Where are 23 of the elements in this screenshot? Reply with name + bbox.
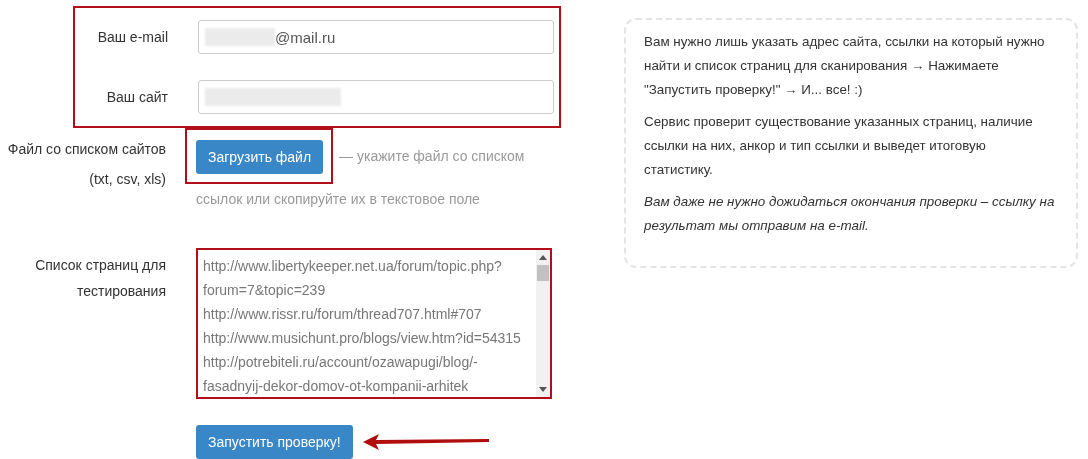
site-field[interactable]: [198, 80, 554, 114]
upload-button[interactable]: Загрузить файл: [196, 140, 324, 174]
url-text: http://www.rissr.ru/forum/thread707.html#707: [203, 305, 483, 324]
start-check-button[interactable]: Запустить проверку!: [196, 425, 353, 459]
field-label: Файл со списком сайтов: [7, 140, 166, 159]
hint-text: ссылок или скопируйте их в текстовое поле: [196, 190, 480, 209]
info-paragraph: Вам даже не нужно дожидаться окончания проверки – ссылку на результат мы отправим на e-mail.: [644, 193, 1056, 235]
email-field[interactable]: @mail.ru: [198, 20, 554, 54]
scrollbar[interactable]: [536, 250, 550, 397]
scrollbar-thumb[interactable]: [537, 265, 549, 281]
info-paragraph: Вам нужно лишь указать адрес сайта, ссылки на который нужно найти и список страниц для сканирования → Нажимаете "Запустить проверку!" → И... все! :): [644, 33, 1046, 99]
field-label: Ваш сайт: [105, 89, 169, 105]
url-text: http://www.musichunt.pro/blogs/view.htm?id=54315: [203, 329, 522, 348]
format-note: (txt, csv, xls): [89, 170, 166, 189]
scroll-up-icon[interactable]: [539, 255, 547, 260]
field-value: @mail.ru: [275, 28, 336, 46]
field-label: Ваш e-mail: [96, 29, 169, 45]
scroll-down-icon[interactable]: [539, 387, 547, 392]
hint-text: — укажите файл со списком: [339, 147, 525, 166]
field-label: Список страниц для тестирования: [34, 256, 167, 301]
info-paragraph: Сервис проверит существование указанных страниц, наличие ссылки на них, анкор и тип ссылки и выведет итоговую статистику.: [644, 113, 1034, 179]
url-list-field[interactable]: [196, 248, 552, 399]
url-text: http://potrebiteli.ru/account/ozawapugi/blog/-fasadnyij-dekor-domov-ot-kompanii-arhitek: [203, 353, 479, 396]
